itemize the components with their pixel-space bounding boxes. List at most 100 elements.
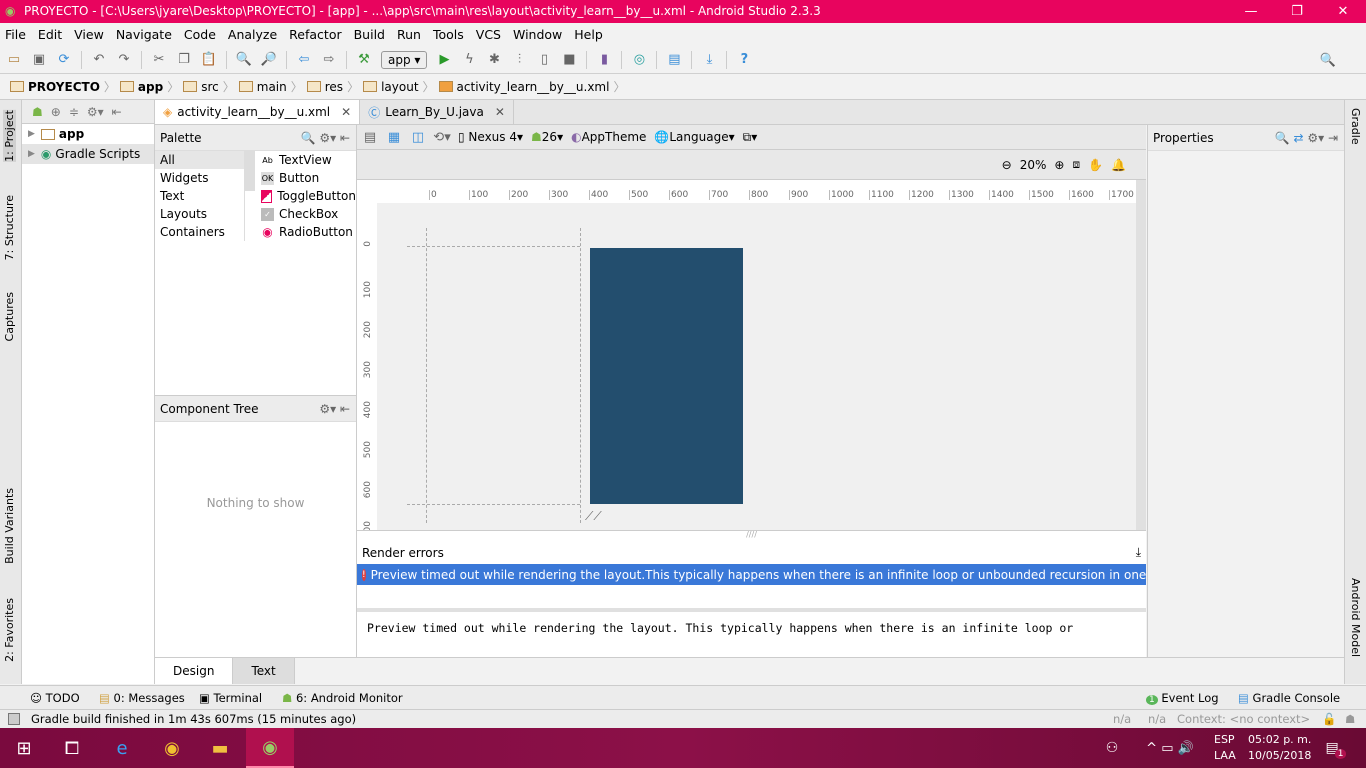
hide-panel-icon[interactable]: ⇤ [340, 131, 350, 145]
menu-window[interactable]: Window [513, 27, 562, 42]
maximize-button[interactable]: ❐ [1274, 0, 1320, 23]
sync-gradle-icon[interactable]: ◎ [631, 52, 647, 68]
debug-icon[interactable]: ✱ [486, 52, 502, 68]
search-icon[interactable]: 🔍 [1275, 131, 1290, 145]
search-icon[interactable]: 🔍 [301, 131, 316, 145]
profile-icon[interactable]: ⫶ [511, 52, 527, 68]
breadcrumb-item[interactable]: PROYECTO 〉 [10, 78, 116, 95]
help-icon[interactable]: ? [736, 52, 752, 68]
toggle-view-icon[interactable]: ⇄ [1293, 131, 1303, 145]
chrome-icon[interactable]: ◉ [148, 728, 196, 768]
search-everywhere-icon[interactable]: 🔍 [1320, 52, 1336, 68]
blueprint-view-icon[interactable]: ▦ [386, 129, 402, 145]
zoom-in-icon[interactable]: ⊕ [1054, 158, 1064, 172]
hide-panel-icon[interactable]: ⇤ [340, 402, 350, 416]
lock-icon[interactable]: 🔓 [1322, 712, 1336, 726]
task-view-icon[interactable]: ⧠ [48, 728, 96, 768]
scroll-from-source-icon[interactable]: ⊕ [51, 105, 61, 119]
back-icon[interactable]: ⇦ [296, 52, 312, 68]
tab-text[interactable]: Text [233, 658, 295, 684]
palette-item-button[interactable]: OK Button [255, 169, 356, 187]
orientation-icon[interactable]: ⟲▾ [433, 129, 450, 145]
tree-item-gradle-scripts[interactable]: ▶ ◉ Gradle Scripts [22, 144, 154, 164]
menu-analyze[interactable]: Analyze [228, 27, 277, 42]
copy-icon[interactable]: ❐ [176, 52, 192, 68]
both-views-icon[interactable]: ◫ [410, 129, 426, 145]
find-icon[interactable]: 🔍 [236, 52, 252, 68]
api-level-select[interactable]: ☗26▾ [531, 130, 563, 144]
save-icon[interactable]: ▣ [31, 52, 47, 68]
paste-icon[interactable]: 📋 [201, 52, 217, 68]
android-model-tool-tab[interactable]: Android Model [1349, 578, 1362, 657]
breadcrumb-item[interactable]: src 〉 [183, 78, 235, 95]
zoom-to-fit-icon[interactable]: ⧈ [1072, 157, 1080, 172]
theme-select[interactable]: ◐AppTheme [571, 130, 646, 144]
input-language[interactable]: ESP LAA [1214, 732, 1236, 764]
android-view-icon[interactable]: ☗ [32, 105, 43, 119]
download-icon[interactable]: ⤓ [1136, 545, 1141, 560]
system-tray-icons[interactable]: ^ ▭ 🔊 [1130, 728, 1210, 768]
favorites-tool-tab[interactable]: 2: Favorites [3, 598, 16, 662]
breadcrumb-item[interactable]: activity_learn__by__u.xml 〉 [438, 78, 625, 95]
device-preview[interactable] [590, 248, 743, 504]
forward-icon[interactable]: ⇨ [321, 52, 337, 68]
action-center-icon[interactable]: ▤ 1 [1312, 728, 1360, 768]
minimize-button[interactable]: — [1228, 0, 1274, 23]
menu-file[interactable]: File [5, 27, 26, 42]
menu-tools[interactable]: Tools [433, 27, 464, 42]
resize-handle-icon[interactable]: ⟋⟋ [585, 509, 602, 524]
build-variants-tool-tab[interactable]: Build Variants [3, 488, 16, 564]
structure-tool-tab[interactable]: 7: Structure [3, 195, 16, 260]
breadcrumb-item[interactable]: main 〉 [238, 78, 303, 95]
design-view-icon[interactable]: ▤ [362, 129, 378, 145]
breadcrumb-item[interactable]: app 〉 [119, 78, 179, 95]
palette-category[interactable]: Layouts [155, 205, 244, 223]
toggle-tool-windows-icon[interactable] [8, 713, 20, 725]
todo-tool-button[interactable]: ☺ TODO [30, 691, 80, 705]
menu-refactor[interactable]: Refactor [289, 27, 341, 42]
close-tab-icon[interactable]: ✕ [495, 105, 505, 119]
breadcrumb-item[interactable]: res 〉 [306, 78, 359, 95]
menu-help[interactable]: Help [574, 27, 603, 42]
terminal-tool-button[interactable]: ▣ Terminal [199, 691, 262, 705]
settings-gear-icon[interactable]: ⚙▾ [319, 402, 336, 416]
tab-java-file[interactable]: Ⓒ Learn_By_U.java ✕ [360, 100, 514, 124]
android-studio-taskbar-icon[interactable]: ◉ [246, 728, 294, 768]
run-config-select[interactable]: app ▾ [381, 50, 428, 69]
cut-icon[interactable]: ✂ [151, 52, 167, 68]
build-hammer-icon[interactable]: ⚒ [356, 52, 372, 68]
stop-icon[interactable]: ■ [561, 52, 577, 68]
replace-icon[interactable]: 🔎 [261, 52, 277, 68]
file-explorer-icon[interactable]: ▬ [196, 728, 244, 768]
settings-gear-icon[interactable]: ⚙▾ [319, 131, 336, 145]
device-select[interactable]: ▯ Nexus 4▾ [458, 130, 523, 144]
menu-code[interactable]: Code [184, 27, 216, 42]
language-select[interactable]: 🌐Language▾ [654, 130, 734, 144]
palette-category[interactable]: Containers [155, 223, 244, 241]
settings-gear-icon[interactable]: ⚙▾ [87, 105, 104, 119]
close-button[interactable]: ✕ [1320, 0, 1366, 23]
tab-activity-xml[interactable]: ◈ activity_learn__by__u.xml ✕ [155, 100, 361, 124]
palette-item-togglebutton[interactable]: ToggleButton [255, 187, 356, 205]
open-folder-icon[interactable]: ▭ [6, 52, 22, 68]
project-structure-icon[interactable]: ▤ [666, 52, 682, 68]
attach-debugger-icon[interactable]: ▯ [536, 52, 552, 68]
palette-category[interactable]: Text [155, 187, 244, 205]
gradle-console-tool-button[interactable]: ▤ Gradle Console [1238, 691, 1340, 705]
edge-browser-icon[interactable]: e [98, 728, 146, 768]
settings-gear-icon[interactable]: ⚙▾ [1307, 131, 1324, 145]
error-list-item[interactable]: ! Preview timed out while rendering the l… [357, 564, 1146, 585]
design-canvas[interactable]: ⟋⟋ [377, 203, 1136, 530]
redo-icon[interactable]: ↷ [116, 52, 132, 68]
sdk-manager-icon[interactable]: ⤓ [701, 52, 717, 68]
run-icon[interactable]: ▶ [436, 52, 452, 68]
sync-icon[interactable]: ⟳ [56, 52, 72, 68]
layout-variants-icon[interactable]: ⧉▾ [743, 130, 758, 145]
hide-panel-icon[interactable]: ⇥ [1328, 131, 1338, 145]
android-monitor-tool-button[interactable]: ☗ 6: Android Monitor [282, 691, 403, 705]
notifications-bell-icon[interactable]: 🔔 [1111, 158, 1126, 172]
menu-view[interactable]: View [74, 27, 104, 42]
captures-tool-tab[interactable]: Captures [3, 292, 16, 341]
inspector-icon[interactable]: ☗ [1345, 712, 1355, 726]
palette-item-textview[interactable]: Ab TextView [255, 151, 356, 169]
